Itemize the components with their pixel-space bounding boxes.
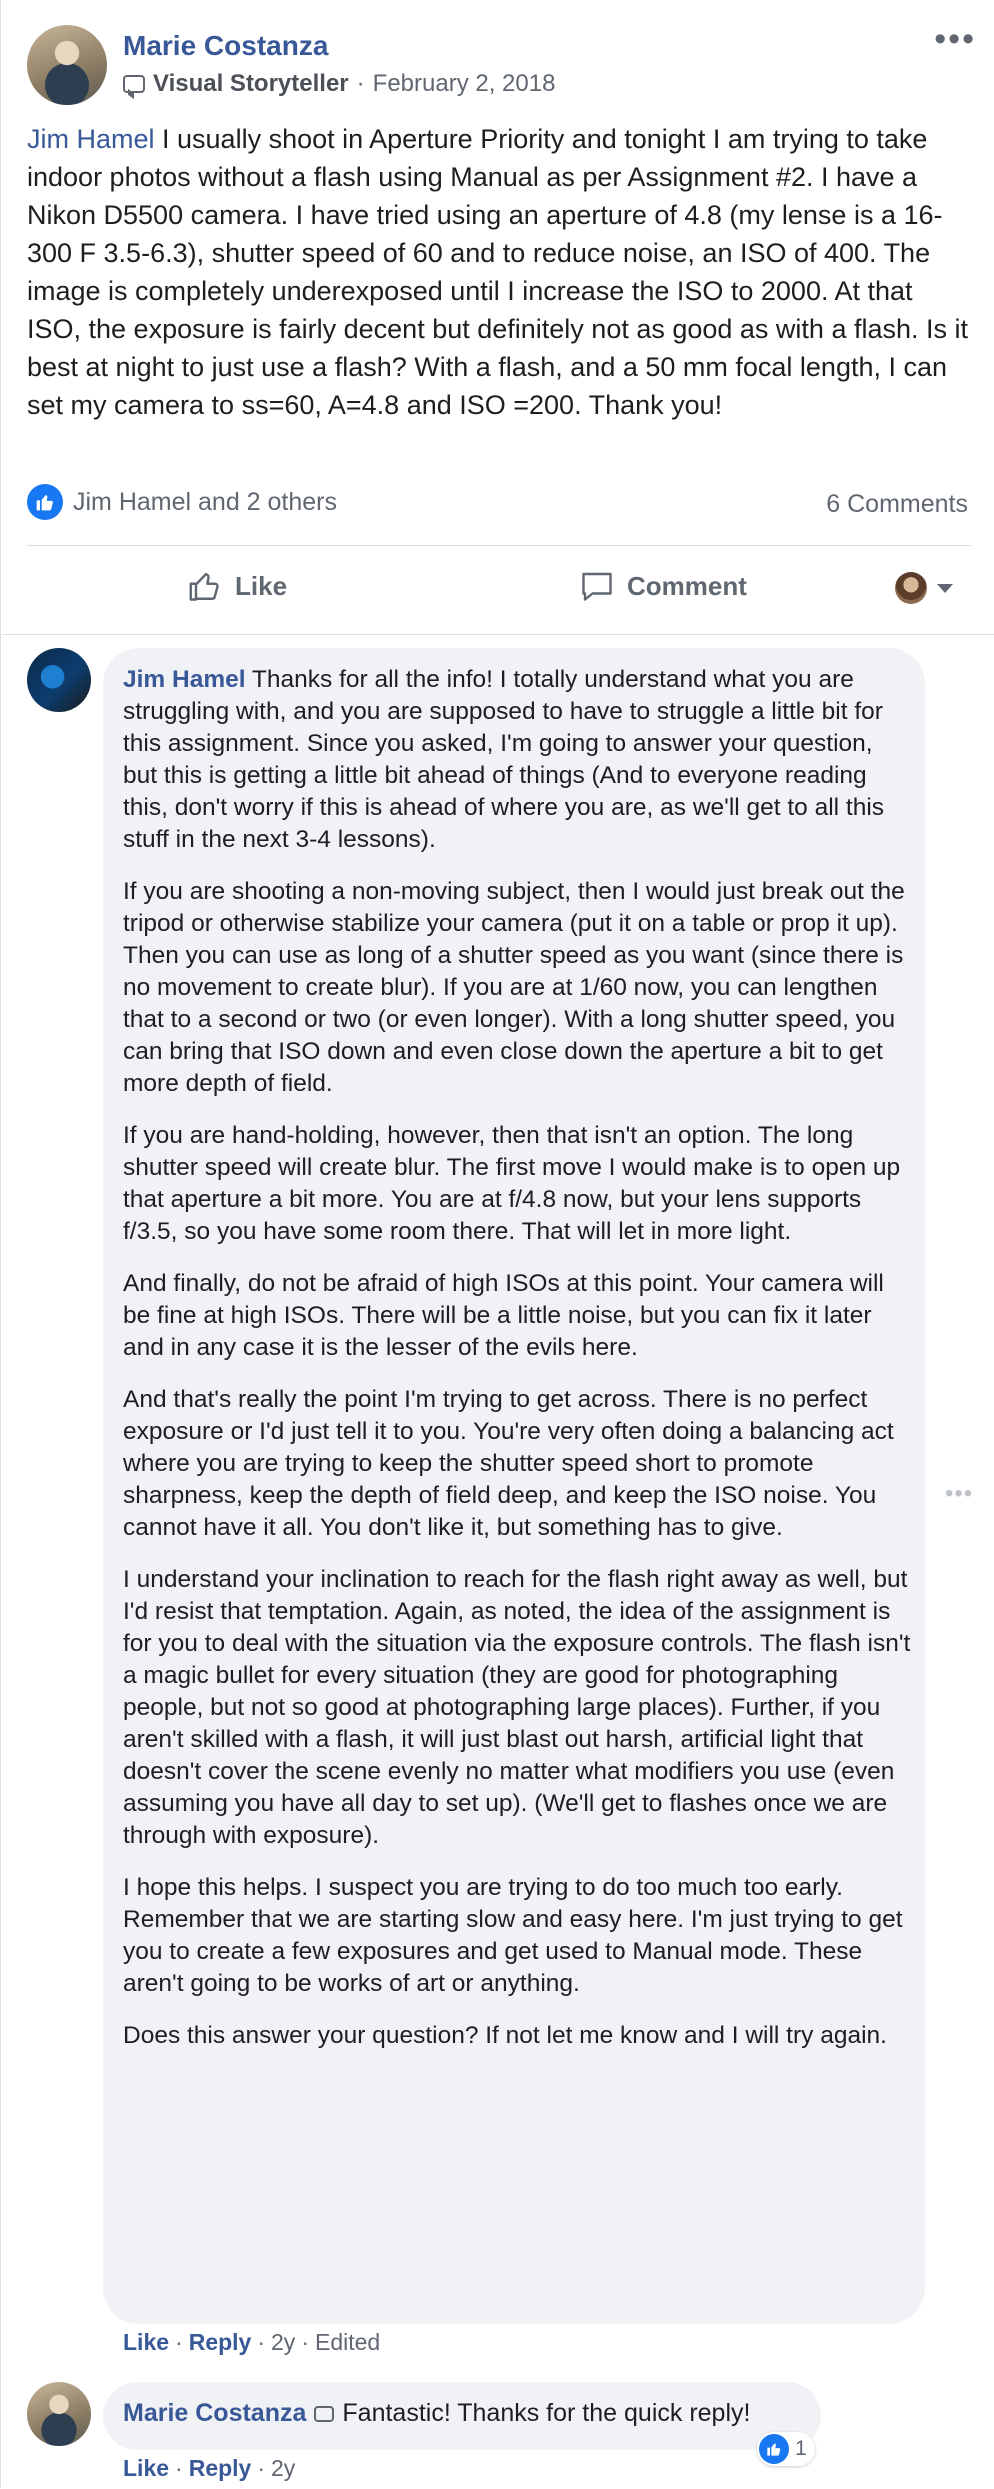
post-date[interactable]: February 2, 2018 [373,70,556,98]
comment-paragraph: If you are hand-holding, however, then t… [123,1122,901,1245]
comment-paragraph: Remember that we are starting slow and e… [123,1906,903,1997]
chevron-down-icon[interactable] [937,584,953,593]
author-avatar[interactable] [27,25,107,105]
reply-like-link[interactable]: Like [123,2455,169,2482]
comment-edited[interactable]: Edited [315,2329,380,2356]
reply-reply-link[interactable]: Reply [189,2455,252,2482]
comment-paragraph: I understand your inclination to reach f… [123,1566,911,1849]
thumbs-up-icon [189,572,219,601]
comment-label: Comment [627,570,747,601]
comment-button[interactable]: Comment [579,568,747,604]
like-reaction-icon [27,484,63,520]
comment-reply-link[interactable]: Reply [189,2329,252,2356]
comment-options-icon[interactable]: ••• [945,1480,973,1508]
post-text: I usually shoot in Aperture Priority and… [27,124,969,420]
reply-message: Fantastic! Thanks for the quick reply! [342,2399,751,2427]
post-author-name[interactable]: Marie Costanza [123,30,328,62]
viewer-avatar[interactable] [895,572,927,604]
comment-icon [582,572,612,601]
comment-age[interactable]: 2y [271,2329,295,2356]
comment-paragraph: Jim Hamel Thanks for all the info! I tot… [123,666,885,853]
reactions-text: Jim Hamel and 2 others [73,487,338,516]
post-card: Marie Costanza Visual Storyteller · Febr… [0,0,994,2489]
reply-actions: Like · Reply · 2y [123,2455,296,2482]
badge-label[interactable]: Visual Storyteller [153,70,349,98]
comment-paragraph: And that's really the point I'm trying t… [123,1386,894,1541]
visual-storyteller-badge-icon [314,2405,335,2422]
comment-actions: Like · Reply · 2y · Edited [123,2329,381,2356]
reply-text: Marie Costanza Fantastic! Thanks for the… [123,2399,750,2428]
comments-count[interactable]: 6 Comments [826,490,968,519]
meta-separator: · [356,70,365,97]
post-meta: Visual Storyteller · February 2, 2018 [123,70,555,98]
reaction-count: 1 [795,2437,807,2460]
visual-storyteller-badge-icon [123,75,145,93]
mention-link[interactable]: Jim Hamel [27,124,155,154]
reply-author-avatar[interactable] [27,2382,91,2446]
comment-paragraph: If you are shooting a non-moving subject… [123,878,905,1097]
commenter-avatar[interactable] [27,648,91,712]
comment-paragraph: Does this answer your question? If not l… [123,2022,887,2049]
reply-author[interactable]: Marie Costanza [123,2399,306,2428]
comment-paragraph: And finally, do not be afraid of high IS… [123,1270,884,1361]
reaction-summary[interactable]: Jim Hamel and 2 others [27,484,337,520]
like-button[interactable]: Like [187,568,287,604]
like-label: Like [235,570,288,601]
reply-age[interactable]: 2y [271,2455,295,2482]
more-options-icon[interactable]: ••• [934,22,976,56]
comment-author[interactable]: Jim Hamel [123,666,246,693]
post-body: Jim Hamel I usually shoot in Aperture Pr… [27,120,973,424]
comment-like-link[interactable]: Like [123,2329,169,2356]
like-reaction-icon [759,2434,789,2464]
comment-paragraph: I hope this helps. I suspect you are try… [123,1874,843,1901]
divider [27,545,971,546]
comment-text: Jim Hamel Thanks for all the info! I tot… [123,664,913,2072]
reply-reaction-badge[interactable]: 1 [757,2432,815,2466]
